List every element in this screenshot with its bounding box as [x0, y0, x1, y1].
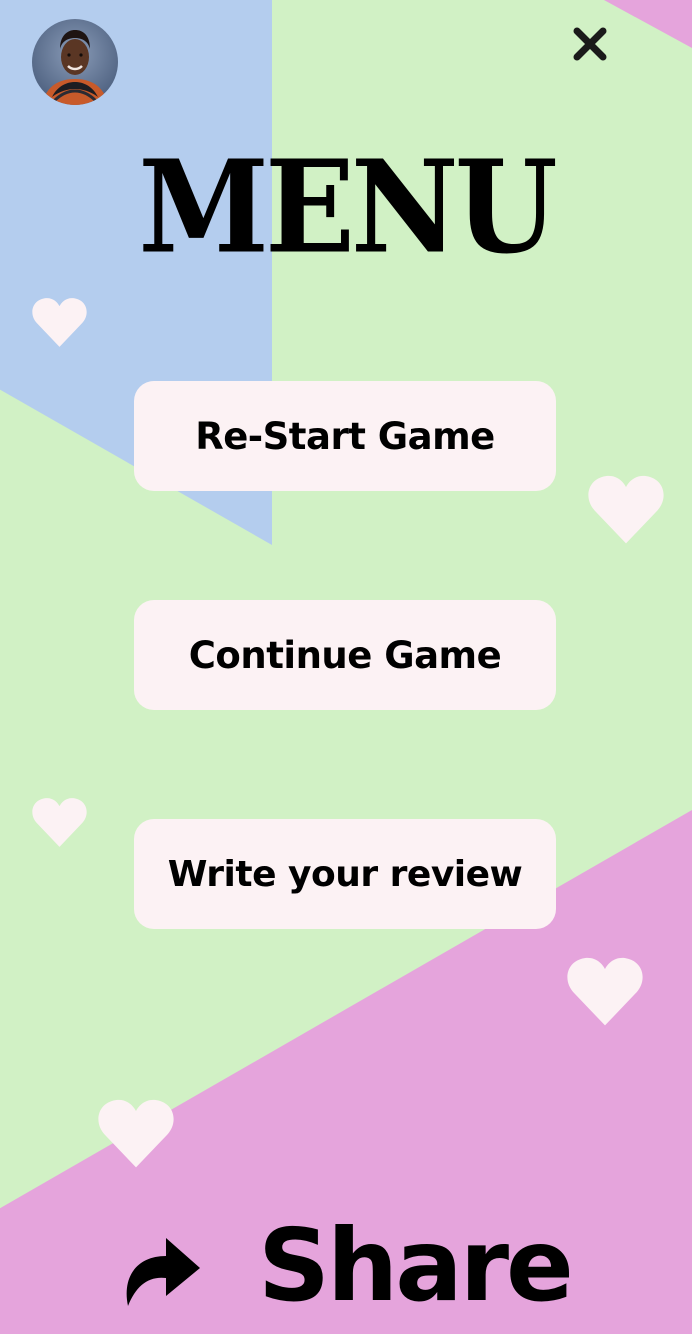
heart-icon [32, 798, 87, 847]
heart-icon [98, 1099, 174, 1168]
restart-game-label: Re-Start Game [195, 414, 495, 458]
write-review-button[interactable]: Write your review [134, 819, 556, 929]
background-pink-corner [604, 0, 692, 48]
avatar[interactable] [32, 19, 118, 105]
write-review-label: Write your review [167, 853, 523, 895]
share-arrow-icon [126, 1238, 200, 1306]
close-button[interactable] [566, 20, 614, 68]
menu-title: MENU [138, 131, 557, 282]
share-label: Share [258, 1207, 574, 1324]
continue-game-button[interactable]: Continue Game [134, 600, 556, 710]
heart-icon [32, 298, 87, 347]
restart-game-button[interactable]: Re-Start Game [134, 381, 556, 491]
close-icon [573, 27, 607, 61]
continue-game-label: Continue Game [188, 633, 502, 677]
heart-icon [588, 475, 664, 544]
share-button[interactable]: Share [118, 1208, 574, 1324]
heart-icon [567, 957, 643, 1026]
